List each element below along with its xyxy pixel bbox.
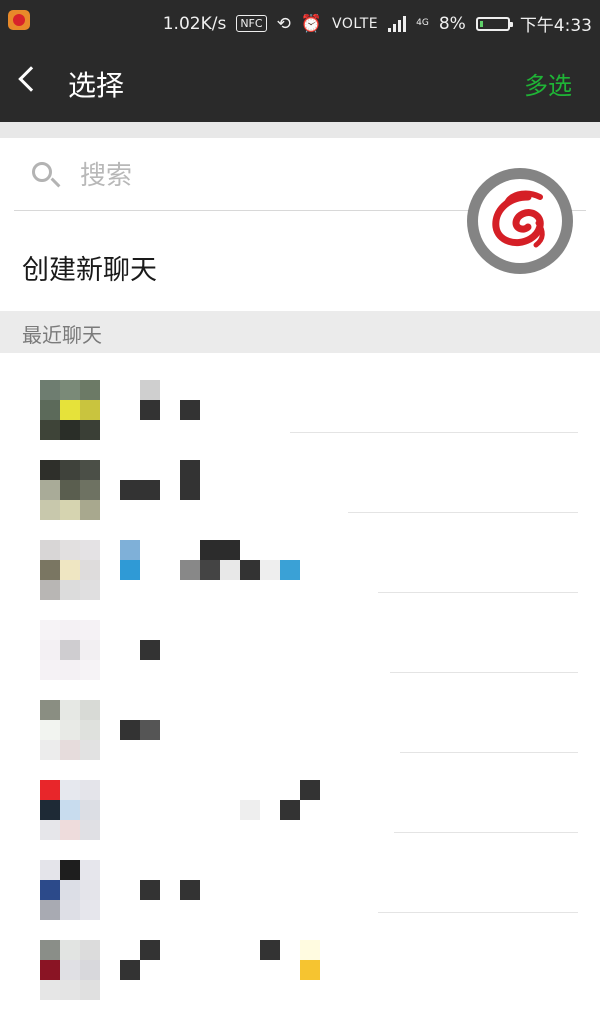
- redacted-name: [280, 560, 300, 580]
- row-divider: [290, 432, 578, 433]
- contact-row[interactable]: [0, 780, 600, 860]
- redacted-name: [180, 560, 200, 580]
- clock: 下午4:33: [519, 16, 592, 36]
- redacted-name: [260, 560, 280, 580]
- redacted-name: [140, 640, 160, 660]
- row-divider: [390, 672, 578, 673]
- contact-row[interactable]: [0, 380, 600, 460]
- battery-icon: [475, 16, 513, 31]
- contact-avatar: [40, 700, 100, 760]
- redacted-name: [140, 380, 160, 400]
- redacted-name: [120, 540, 140, 560]
- redacted-name: [240, 560, 260, 580]
- search-icon: [32, 162, 52, 182]
- redacted-name: [180, 400, 200, 420]
- redacted-name: [280, 800, 300, 820]
- contact-row[interactable]: [0, 460, 600, 540]
- redacted-name: [140, 720, 160, 740]
- contact-avatar: [40, 780, 100, 840]
- top-bar: 选择 多选: [0, 42, 600, 122]
- recent-chats-header: 最近聊天: [0, 311, 600, 353]
- app-notification-icon: [8, 10, 30, 30]
- redacted-name: [220, 560, 240, 580]
- network-type-icon: 4G: [416, 18, 429, 28]
- app-logo-icon: [478, 179, 562, 263]
- redacted-name: [300, 940, 320, 960]
- header-divider: [0, 122, 600, 138]
- row-divider: [378, 592, 578, 593]
- contact-avatar: [40, 460, 100, 520]
- contact-avatar: [40, 860, 100, 920]
- create-new-chat[interactable]: 创建新聊天: [22, 248, 157, 287]
- row-divider: [394, 832, 578, 833]
- redacted-name: [120, 480, 160, 500]
- redacted-name: [200, 560, 220, 580]
- contact-avatar: [40, 620, 100, 680]
- redacted-name: [200, 540, 240, 560]
- signal-icon: [388, 15, 407, 32]
- redacted-name: [120, 720, 140, 740]
- contact-row[interactable]: [0, 620, 600, 700]
- contact-row[interactable]: [0, 700, 600, 780]
- redacted-name: [140, 880, 160, 900]
- redacted-name: [120, 560, 140, 580]
- search-input[interactable]: [78, 156, 462, 196]
- redacted-name: [260, 940, 280, 960]
- redacted-name: [300, 960, 320, 980]
- page-title: 选择: [68, 69, 125, 102]
- contact-row[interactable]: [0, 940, 600, 1020]
- status-indicators: 1.02K/s NFC ⟲ ⏰ VOLTE 4G 8% 下午4:33: [162, 11, 592, 37]
- status-bar: 1.02K/s NFC ⟲ ⏰ VOLTE 4G 8% 下午4:33: [0, 0, 600, 42]
- redacted-name: [180, 460, 200, 500]
- contact-row[interactable]: [0, 860, 600, 940]
- contact-avatar: [40, 380, 100, 440]
- row-divider: [348, 512, 578, 513]
- battery-percent: 8%: [438, 13, 466, 34]
- redacted-name: [180, 880, 200, 900]
- contact-avatar: [40, 540, 100, 600]
- floating-app-button[interactable]: [467, 168, 573, 274]
- redacted-name: [300, 780, 320, 800]
- redacted-name: [140, 940, 160, 960]
- contact-row[interactable]: [0, 540, 600, 620]
- volte-icon: VOLTE: [332, 15, 379, 32]
- network-speed: 1.02K/s: [162, 13, 227, 34]
- redacted-name: [140, 400, 160, 420]
- rotation-icon: ⟲: [276, 13, 291, 34]
- back-arrow-icon[interactable]: [18, 66, 44, 92]
- row-divider: [378, 912, 578, 913]
- redacted-name: [240, 800, 260, 820]
- contact-avatar: [40, 940, 100, 1000]
- alarm-icon: ⏰: [300, 13, 322, 34]
- multi-select-button[interactable]: 多选: [524, 66, 572, 101]
- redacted-name: [120, 960, 140, 980]
- row-divider: [400, 752, 578, 753]
- recent-chats-label: 最近聊天: [22, 323, 102, 347]
- nfc-icon: NFC: [236, 15, 267, 32]
